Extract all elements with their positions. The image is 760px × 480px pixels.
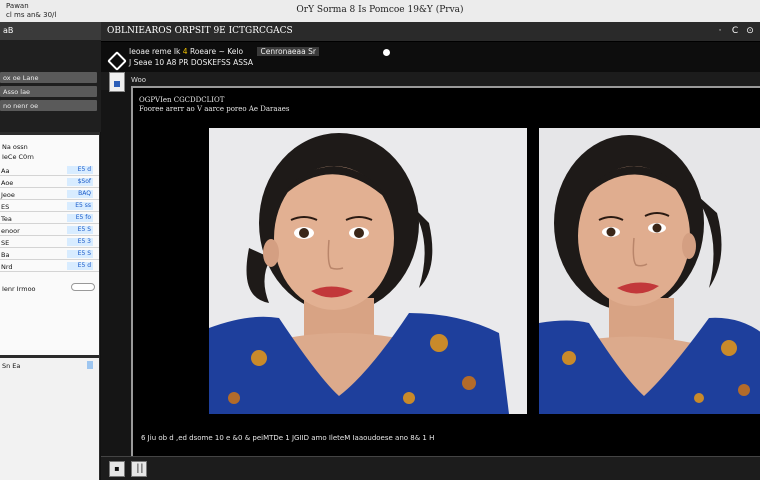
toolbar-options: Ieoae reme Ik 4 Roeare ~ Kelo Cenronaeaa… xyxy=(129,47,319,56)
item-value[interactable]: E5 S xyxy=(67,226,93,234)
toolbar-accent-value[interactable]: 4 xyxy=(183,47,188,56)
toolbar-text: ~ Kelo xyxy=(218,47,244,56)
tab-active[interactable]: OBLNIEAROS ORPSIT 9E ICTGRCGACS xyxy=(107,26,293,36)
stop-icon[interactable]: ▪ xyxy=(109,461,125,477)
list-item[interactable]: enoor E5 S xyxy=(0,225,99,236)
left-panel-bottom: Sn Ea xyxy=(0,358,99,480)
list-item[interactable]: SE E5 3 xyxy=(0,237,99,248)
item-name: Nrd xyxy=(1,263,13,271)
photo-right[interactable] xyxy=(539,128,760,414)
item-value[interactable]: E5 d xyxy=(67,262,93,270)
main-area: OBLNIEAROS ORPSIT 9E ICTGRCGACS · C ⊙ Ieoa… xyxy=(101,22,760,480)
close-icon[interactable]: C xyxy=(729,25,741,37)
left-panel-row[interactable]: Asso lae xyxy=(0,86,97,97)
properties-list: Na ossn IeCe C0rn Aa E5 d Aoe $Sof Jeoe BAQ… xyxy=(0,135,99,355)
list-item[interactable]: Aoe $Sof xyxy=(0,177,99,188)
list-item[interactable]: Nrd E5 d xyxy=(0,261,99,272)
toggle-label: Ienr Irmoo xyxy=(2,285,36,293)
item-name: enoor xyxy=(1,227,20,235)
item-value[interactable]: E5 ss xyxy=(67,202,93,210)
document-label: Woo xyxy=(131,76,147,84)
left-panel-row[interactable]: no nenr oe xyxy=(0,100,97,111)
photo-left[interactable] xyxy=(209,128,527,414)
toggle-switch[interactable] xyxy=(71,283,95,291)
list-item[interactable]: Aa E5 d xyxy=(0,165,99,176)
item-name: Tea xyxy=(1,215,12,223)
left-panel-row[interactable]: ox oe Lane xyxy=(0,72,97,83)
item-name: Aoe xyxy=(1,179,14,187)
list-item[interactable]: Tea E5 fo xyxy=(0,213,99,224)
bottom-indicator[interactable] xyxy=(87,361,93,369)
list-item[interactable]: ES E5 ss xyxy=(0,201,99,212)
selection-tool-icon[interactable] xyxy=(107,51,127,71)
toolbar-options-line2: J Seae 10 A8 PR DOSKEFSS ASSA xyxy=(129,58,254,67)
item-name: Jeoe xyxy=(1,191,15,199)
item-value[interactable]: E5 fo xyxy=(67,214,93,222)
portrait-image-right xyxy=(539,128,760,414)
toolbar-chip[interactable]: Cenronaeaa Sr xyxy=(257,47,319,56)
left-panel-header: aB xyxy=(0,22,101,40)
status-bar: ▪ ⎥⎥ xyxy=(101,456,760,480)
item-value[interactable]: $Sof xyxy=(67,178,93,186)
list-item[interactable]: Jeoe BAQ xyxy=(0,189,99,200)
toolbar-text: Roeare xyxy=(189,47,217,56)
left-panel: aB ox oe Lane Asso lae no nenr oe Na oss… xyxy=(0,22,101,480)
item-name: ES xyxy=(1,203,10,211)
tab-bar: OBLNIEAROS ORPSIT 9E ICTGRCGACS · C ⊙ xyxy=(101,22,760,42)
item-value[interactable]: E5 3 xyxy=(67,238,93,246)
properties-section-subtitle: IeCe C0rn xyxy=(2,153,34,161)
item-name: SE xyxy=(1,239,10,247)
list-item[interactable]: Ba E5 S xyxy=(0,249,99,260)
minimize-icon[interactable]: · xyxy=(714,25,726,37)
left-panel-dark-section: ox oe Lane Asso lae no nenr oe xyxy=(0,40,101,132)
portrait-image-left xyxy=(209,128,527,414)
item-name: Ba xyxy=(1,251,10,259)
window-controls: · C ⊙ xyxy=(711,25,756,37)
toolbar-text: Ieoae reme Ik xyxy=(129,47,181,56)
properties-section-title: Na ossn xyxy=(2,143,28,151)
bottom-label: Sn Ea xyxy=(2,362,21,370)
canvas-subheader: Fooree arerr ao V aarce poreo Ae Daraaes xyxy=(139,105,290,113)
item-name: Aa xyxy=(1,167,10,175)
item-value[interactable]: BAQ xyxy=(67,190,93,198)
window-title: OrY Sorma 8 Is Pomcoe 19&Y (Prva) xyxy=(296,5,464,15)
record-dot-icon[interactable] xyxy=(383,49,390,56)
image-canvas[interactable]: OGPVIen CGCDDCLIOT Fooree arerr ao V aar… xyxy=(131,86,760,456)
canvas-header: OGPVIen CGCDDCLIOT xyxy=(139,96,225,104)
os-title-bar: Pawan cl ms an& 30/l OrY Sorma 8 Is Pomc… xyxy=(0,0,760,22)
pause-icon[interactable]: ⎥⎥ xyxy=(131,461,147,477)
document-thumbnail-button[interactable] xyxy=(109,72,125,92)
settings-icon[interactable]: ⊙ xyxy=(744,25,756,37)
item-value[interactable]: E5 S xyxy=(67,250,93,258)
canvas-footer-caption: 6 Jiu ob d ,ed dsome 10 e &0 & peiMTDe 1… xyxy=(141,434,435,442)
item-value[interactable]: E5 d xyxy=(67,166,93,174)
